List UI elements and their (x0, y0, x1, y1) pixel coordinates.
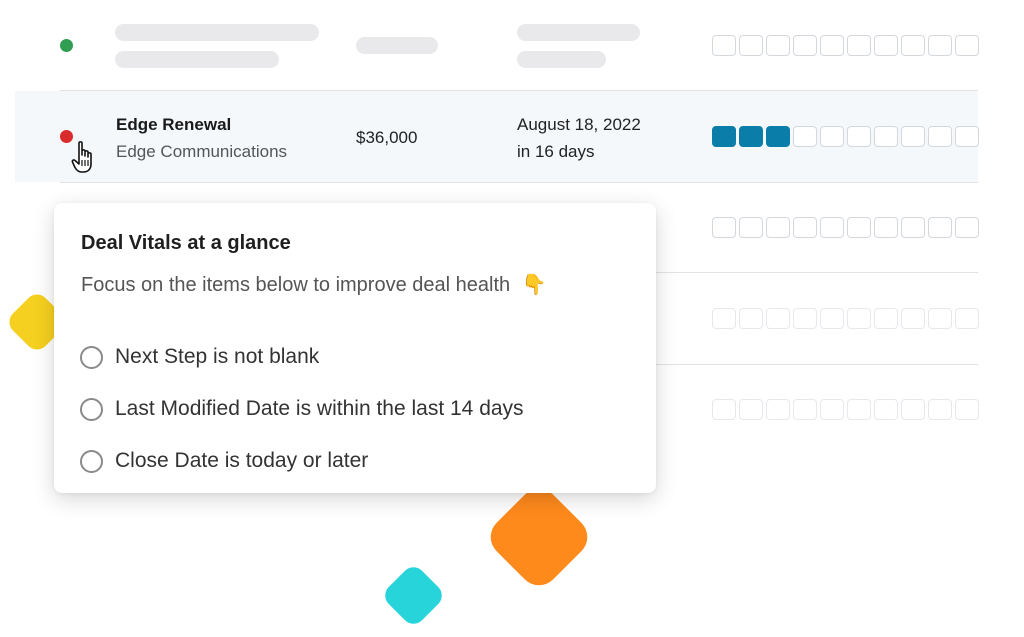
health-segment-empty (793, 126, 817, 147)
deal-amount: $36,000 (356, 128, 418, 147)
popover-subtitle-row: Focus on the items below to improve deal… (81, 272, 547, 297)
close-date-relative: in 16 days (517, 142, 595, 161)
popover-subtitle: Focus on the items below to improve deal… (81, 274, 511, 296)
health-segment-empty (820, 308, 844, 329)
health-segment-empty (820, 126, 844, 147)
criterion-radio[interactable] (80, 449, 103, 473)
placeholder-bar (115, 51, 279, 68)
deal-vitals-popover: Deal Vitals at a glance Focus on the ite… (54, 203, 656, 493)
health-segment-empty (901, 126, 925, 147)
health-segment-empty (955, 308, 979, 329)
health-segment-empty (820, 217, 844, 238)
health-segment-filled (766, 126, 790, 147)
health-segment-empty (739, 35, 763, 56)
health-segment-empty (820, 399, 844, 420)
criterion-radio[interactable] (80, 345, 103, 369)
health-segment-empty (712, 399, 736, 420)
health-segment-empty (712, 217, 736, 238)
deal-health-meter (712, 35, 979, 56)
vitals-criteria-list: Next Step is not blank Last Modified Dat… (80, 331, 524, 487)
health-segment-empty (766, 308, 790, 329)
popover-title: Deal Vitals at a glance (81, 232, 291, 254)
health-segment-empty (712, 35, 736, 56)
health-segment-empty (793, 35, 817, 56)
health-segment-empty (766, 399, 790, 420)
health-segment-filled (712, 126, 736, 147)
health-segment-empty (739, 217, 763, 238)
health-segment-filled (739, 126, 763, 147)
placeholder-bar (115, 24, 319, 41)
deal-health-meter (712, 399, 979, 420)
health-segment-empty (847, 217, 871, 238)
health-segment-empty (847, 308, 871, 329)
account-name[interactable]: Edge Communications (116, 142, 287, 162)
health-segment-empty (739, 399, 763, 420)
placeholder-bar (356, 37, 438, 54)
health-segment-empty (901, 35, 925, 56)
placeholder-bar (517, 51, 606, 68)
placeholder-bar (517, 24, 640, 41)
status-dot-green (60, 39, 73, 52)
deal-health-meter[interactable] (712, 126, 979, 147)
decorative-teal-diamond (380, 562, 447, 629)
deal-health-meter (712, 217, 979, 238)
health-segment-empty (793, 308, 817, 329)
decorative-orange-diamond (482, 480, 596, 594)
health-segment-empty (712, 308, 736, 329)
deal-name[interactable]: Edge Renewal (116, 115, 231, 135)
pointing-down-emoji-icon: 👇 (521, 274, 547, 296)
health-segment-empty (847, 35, 871, 56)
health-segment-empty (955, 35, 979, 56)
health-segment-empty (874, 126, 898, 147)
health-segment-empty (928, 35, 952, 56)
close-date: August 18, 2022 (517, 115, 641, 134)
criterion-label: Last Modified Date is within the last 14… (115, 397, 524, 420)
criterion-last-modified[interactable]: Last Modified Date is within the last 14… (80, 383, 524, 435)
health-segment-empty (766, 35, 790, 56)
criterion-radio[interactable] (80, 397, 103, 421)
health-segment-empty (874, 399, 898, 420)
health-segment-empty (955, 217, 979, 238)
criterion-label: Next Step is not blank (115, 345, 320, 368)
deal-health-meter (712, 308, 979, 329)
health-segment-empty (928, 217, 952, 238)
health-segment-empty (955, 399, 979, 420)
health-segment-empty (874, 217, 898, 238)
health-segment-empty (766, 217, 790, 238)
health-segment-empty (901, 217, 925, 238)
row-divider (60, 182, 978, 183)
criterion-close-date[interactable]: Close Date is today or later (80, 435, 524, 487)
health-segment-empty (874, 308, 898, 329)
health-segment-empty (847, 126, 871, 147)
health-segment-empty (820, 35, 844, 56)
health-segment-empty (928, 308, 952, 329)
health-segment-empty (847, 399, 871, 420)
health-segment-empty (874, 35, 898, 56)
health-segment-empty (955, 126, 979, 147)
hand-pointer-icon (71, 141, 92, 173)
health-segment-empty (739, 308, 763, 329)
criterion-label: Close Date is today or later (115, 449, 369, 472)
health-segment-empty (928, 126, 952, 147)
health-segment-empty (793, 399, 817, 420)
health-segment-empty (793, 217, 817, 238)
criterion-next-step[interactable]: Next Step is not blank (80, 331, 524, 383)
health-segment-empty (901, 399, 925, 420)
health-segment-empty (928, 399, 952, 420)
health-segment-empty (901, 308, 925, 329)
